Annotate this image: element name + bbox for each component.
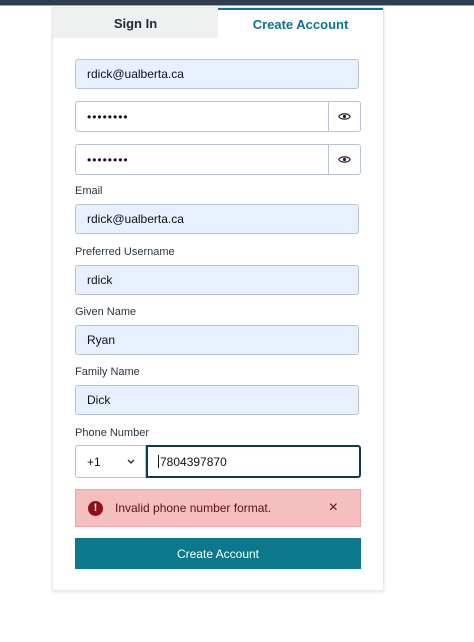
country-code-value: +1 xyxy=(87,454,101,469)
phone-number-label: Phone Number xyxy=(75,427,149,439)
username-input[interactable]: rdick@ualberta.ca xyxy=(75,59,359,89)
preferred-username-label: Preferred Username xyxy=(75,246,175,258)
eye-icon xyxy=(338,156,351,163)
show-confirm-password-button[interactable] xyxy=(328,144,361,175)
tab-sign-in[interactable]: Sign In xyxy=(53,8,218,38)
error-alert: ! Invalid phone number format. × xyxy=(75,489,361,527)
password-input[interactable]: •••••••• xyxy=(75,101,328,132)
error-message: Invalid phone number format. xyxy=(115,501,272,515)
country-code-select[interactable]: +1 xyxy=(75,445,146,478)
family-name-label: Family Name xyxy=(75,366,140,378)
phone-number-value: 7804397870 xyxy=(160,454,227,469)
family-name-input[interactable]: Dick xyxy=(75,385,359,415)
given-name-label: Given Name xyxy=(75,306,137,318)
preferred-username-input[interactable]: rdick xyxy=(75,265,359,295)
show-password-button[interactable] xyxy=(328,101,361,132)
create-account-card: Sign In Create Account rdick@ualberta.ca… xyxy=(52,7,384,591)
phone-number-group: +1 7804397870 xyxy=(75,445,361,478)
text-cursor xyxy=(158,455,159,468)
create-account-button[interactable]: Create Account xyxy=(75,538,361,569)
chevron-down-icon xyxy=(127,459,135,464)
confirm-password-group: •••••••• xyxy=(75,144,361,175)
confirm-password-input[interactable]: •••••••• xyxy=(75,144,328,175)
password-group: •••••••• xyxy=(75,101,361,132)
given-name-input[interactable]: Ryan xyxy=(75,325,359,355)
window-top-divider xyxy=(0,5,474,6)
email-label: Email xyxy=(75,185,103,197)
auth-tabs: Sign In Create Account xyxy=(53,8,383,38)
phone-number-input[interactable]: 7804397870 xyxy=(146,445,361,478)
close-icon[interactable]: × xyxy=(329,499,338,517)
tab-create-account[interactable]: Create Account xyxy=(218,8,383,38)
error-icon: ! xyxy=(88,500,103,516)
email-input[interactable]: rdick@ualberta.ca xyxy=(75,204,359,234)
eye-icon xyxy=(338,113,351,120)
